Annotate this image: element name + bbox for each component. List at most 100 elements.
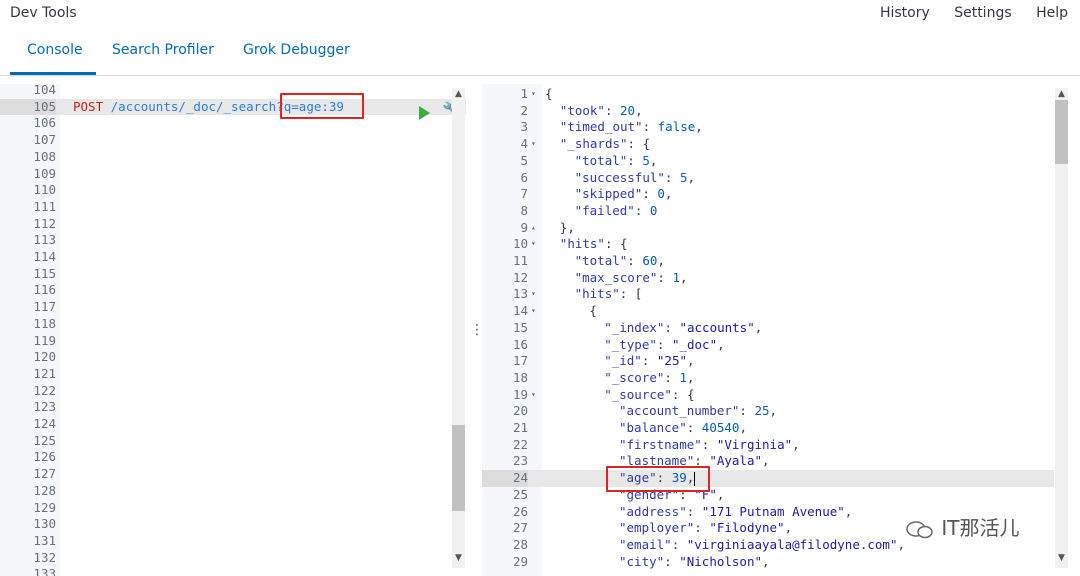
output-code: "total": 5, (574, 152, 658, 168)
request-path: /accounts/_doc/_search (110, 98, 277, 114)
output-line-number: 15 (512, 319, 528, 335)
editor-line[interactable]: 131 (0, 533, 466, 550)
editor-line[interactable]: 130 (0, 516, 466, 533)
editor-line[interactable]: 127 (0, 466, 466, 483)
output-line-number: 8 (520, 202, 528, 218)
output-scroll-up-icon[interactable]: ▲ (1058, 89, 1065, 99)
output-line-number: 3 (520, 119, 528, 135)
output-line-number: 4 (520, 136, 528, 152)
editor-line-number: 111 (33, 198, 56, 214)
output-code: "city": "Nicholson", (619, 553, 770, 569)
output-line: 9 ▴}, (482, 220, 1054, 237)
editor-line[interactable]: 123 (0, 399, 466, 416)
editor-line[interactable]: 133 (0, 566, 466, 576)
fold-up-icon[interactable]: ▴ (531, 220, 536, 237)
output-line-number: 21 (512, 420, 528, 435)
editor-line[interactable]: 104 (0, 84, 466, 99)
editor-line[interactable]: 132 (0, 550, 466, 567)
editor-line[interactable]: 129 (0, 500, 466, 517)
output-code: "hits": [ (574, 286, 643, 302)
output-line-number: 20 (512, 403, 528, 419)
editor-line-number: 118 (33, 315, 56, 331)
output-line: 16 "_type": "_doc", (482, 337, 1054, 354)
editor-scroll-down-icon[interactable]: ▼ (455, 553, 462, 563)
output-code: "took": 20, (559, 102, 643, 118)
editor-line[interactable]: 118 (0, 316, 466, 333)
output-code: "balance": 40540, (619, 420, 747, 435)
fold-down-icon[interactable]: ▾ (531, 387, 536, 404)
editor-line[interactable]: 128 (0, 483, 466, 500)
editor-line[interactable]: 105 POST /accounts/_doc/_search?q=age:39 (0, 98, 466, 116)
editor-line[interactable]: 113 (0, 232, 466, 249)
output-scroll-down-icon[interactable]: ▼ (1058, 553, 1065, 563)
editor-line[interactable]: 126 (0, 449, 466, 466)
output-line: 12 "max_score": 1, (482, 270, 1054, 287)
editor-line-number: 113 (33, 232, 56, 248)
output-line-number: 27 (512, 520, 528, 536)
output-line: 11 "total": 60, (482, 253, 1054, 270)
fold-down-icon[interactable]: ▾ (531, 236, 536, 253)
editor-line[interactable]: 117 (0, 299, 466, 316)
editor-line-number: 108 (33, 148, 56, 164)
editor-line[interactable]: 122 (0, 383, 466, 400)
history-link[interactable]: History (880, 5, 930, 21)
output-line-number: 14 (512, 303, 528, 319)
editor-line[interactable]: 121 (0, 366, 466, 383)
editor-line[interactable]: 114 (0, 249, 466, 266)
tab-console[interactable]: Console (27, 42, 83, 58)
output-code: "max_score": 1, (574, 269, 688, 285)
tab-search-profiler[interactable]: Search Profiler (112, 42, 214, 58)
output-line-number: 2 (520, 102, 528, 118)
editor-line[interactable]: 112 (0, 216, 466, 233)
editor-line[interactable]: 108 (0, 149, 466, 166)
run-request-icon[interactable] (419, 106, 430, 120)
editor-line-number: 120 (33, 349, 56, 365)
settings-link[interactable]: Settings (954, 5, 1011, 21)
editor-line[interactable]: 109 (0, 166, 466, 183)
output-line: 7 "skipped": 0, (482, 186, 1054, 203)
output-line: 3 "timed_out": false, (482, 119, 1054, 136)
output-line: 15 "_index": "accounts", (482, 320, 1054, 337)
editor-scrollbar-thumb[interactable] (452, 425, 465, 511)
help-link[interactable]: Help (1036, 5, 1068, 21)
response-output[interactable]: 1 ▾{2 "took": 20, 3 "timed_out": false, 4 ▾ "_s… (482, 84, 1080, 576)
output-line: 22 "firstname": "Virginia", (482, 437, 1054, 454)
tab-grok-debugger[interactable]: Grok Debugger (243, 42, 350, 58)
output-line: 2 "took": 20, (482, 103, 1054, 120)
editor-line[interactable]: 116 (0, 282, 466, 299)
editor-line[interactable]: 106 (0, 115, 466, 132)
editor-line[interactable]: 107 (0, 132, 466, 149)
output-code: "_index": "accounts", (604, 319, 763, 335)
output-line-number: 17 (512, 353, 528, 369)
editor-line-number: 112 (33, 215, 56, 231)
fold-down-icon[interactable]: ▾ (531, 136, 536, 153)
app-title: Dev Tools (10, 5, 77, 21)
fold-down-icon[interactable]: ▾ (531, 86, 536, 103)
output-line: 25 "gender": "F", (482, 487, 1054, 504)
editor-line[interactable]: 111 (0, 199, 466, 216)
editor-line-number: 117 (33, 299, 56, 315)
output-code: "timed_out": false, (559, 119, 703, 135)
tabs-divider (0, 75, 1080, 76)
editor-line[interactable]: 120 (0, 349, 466, 366)
fold-down-icon[interactable]: ▾ (531, 303, 536, 320)
editor-line-number: 106 (33, 115, 56, 131)
editor-line[interactable]: 115 (0, 266, 466, 283)
editor-line[interactable]: 124 (0, 416, 466, 433)
output-line-number: 16 (512, 336, 528, 352)
output-line: 24 "age": 39, (482, 470, 1054, 487)
editor-scroll-up-icon[interactable]: ▲ (455, 89, 462, 99)
top-bar: Dev Tools History Settings Help (0, 0, 1080, 30)
editor-line[interactable]: 110 (0, 182, 466, 199)
editor-line[interactable]: 125 (0, 433, 466, 450)
output-line: 23 "lastname": "Ayala", (482, 453, 1054, 470)
editor-line-number: 109 (33, 165, 56, 181)
request-editor[interactable]: 104 105 POST /accounts/_doc/_search?q=age:… (0, 84, 466, 576)
output-scrollbar-thumb[interactable] (1055, 100, 1068, 164)
output-line-number: 22 (512, 436, 528, 452)
output-line-number: 9 (520, 219, 528, 235)
age-highlight-box (606, 466, 710, 492)
output-code: "failed": 0 (574, 202, 658, 218)
editor-line[interactable]: 119 (0, 333, 466, 350)
fold-down-icon[interactable]: ▾ (531, 286, 536, 303)
